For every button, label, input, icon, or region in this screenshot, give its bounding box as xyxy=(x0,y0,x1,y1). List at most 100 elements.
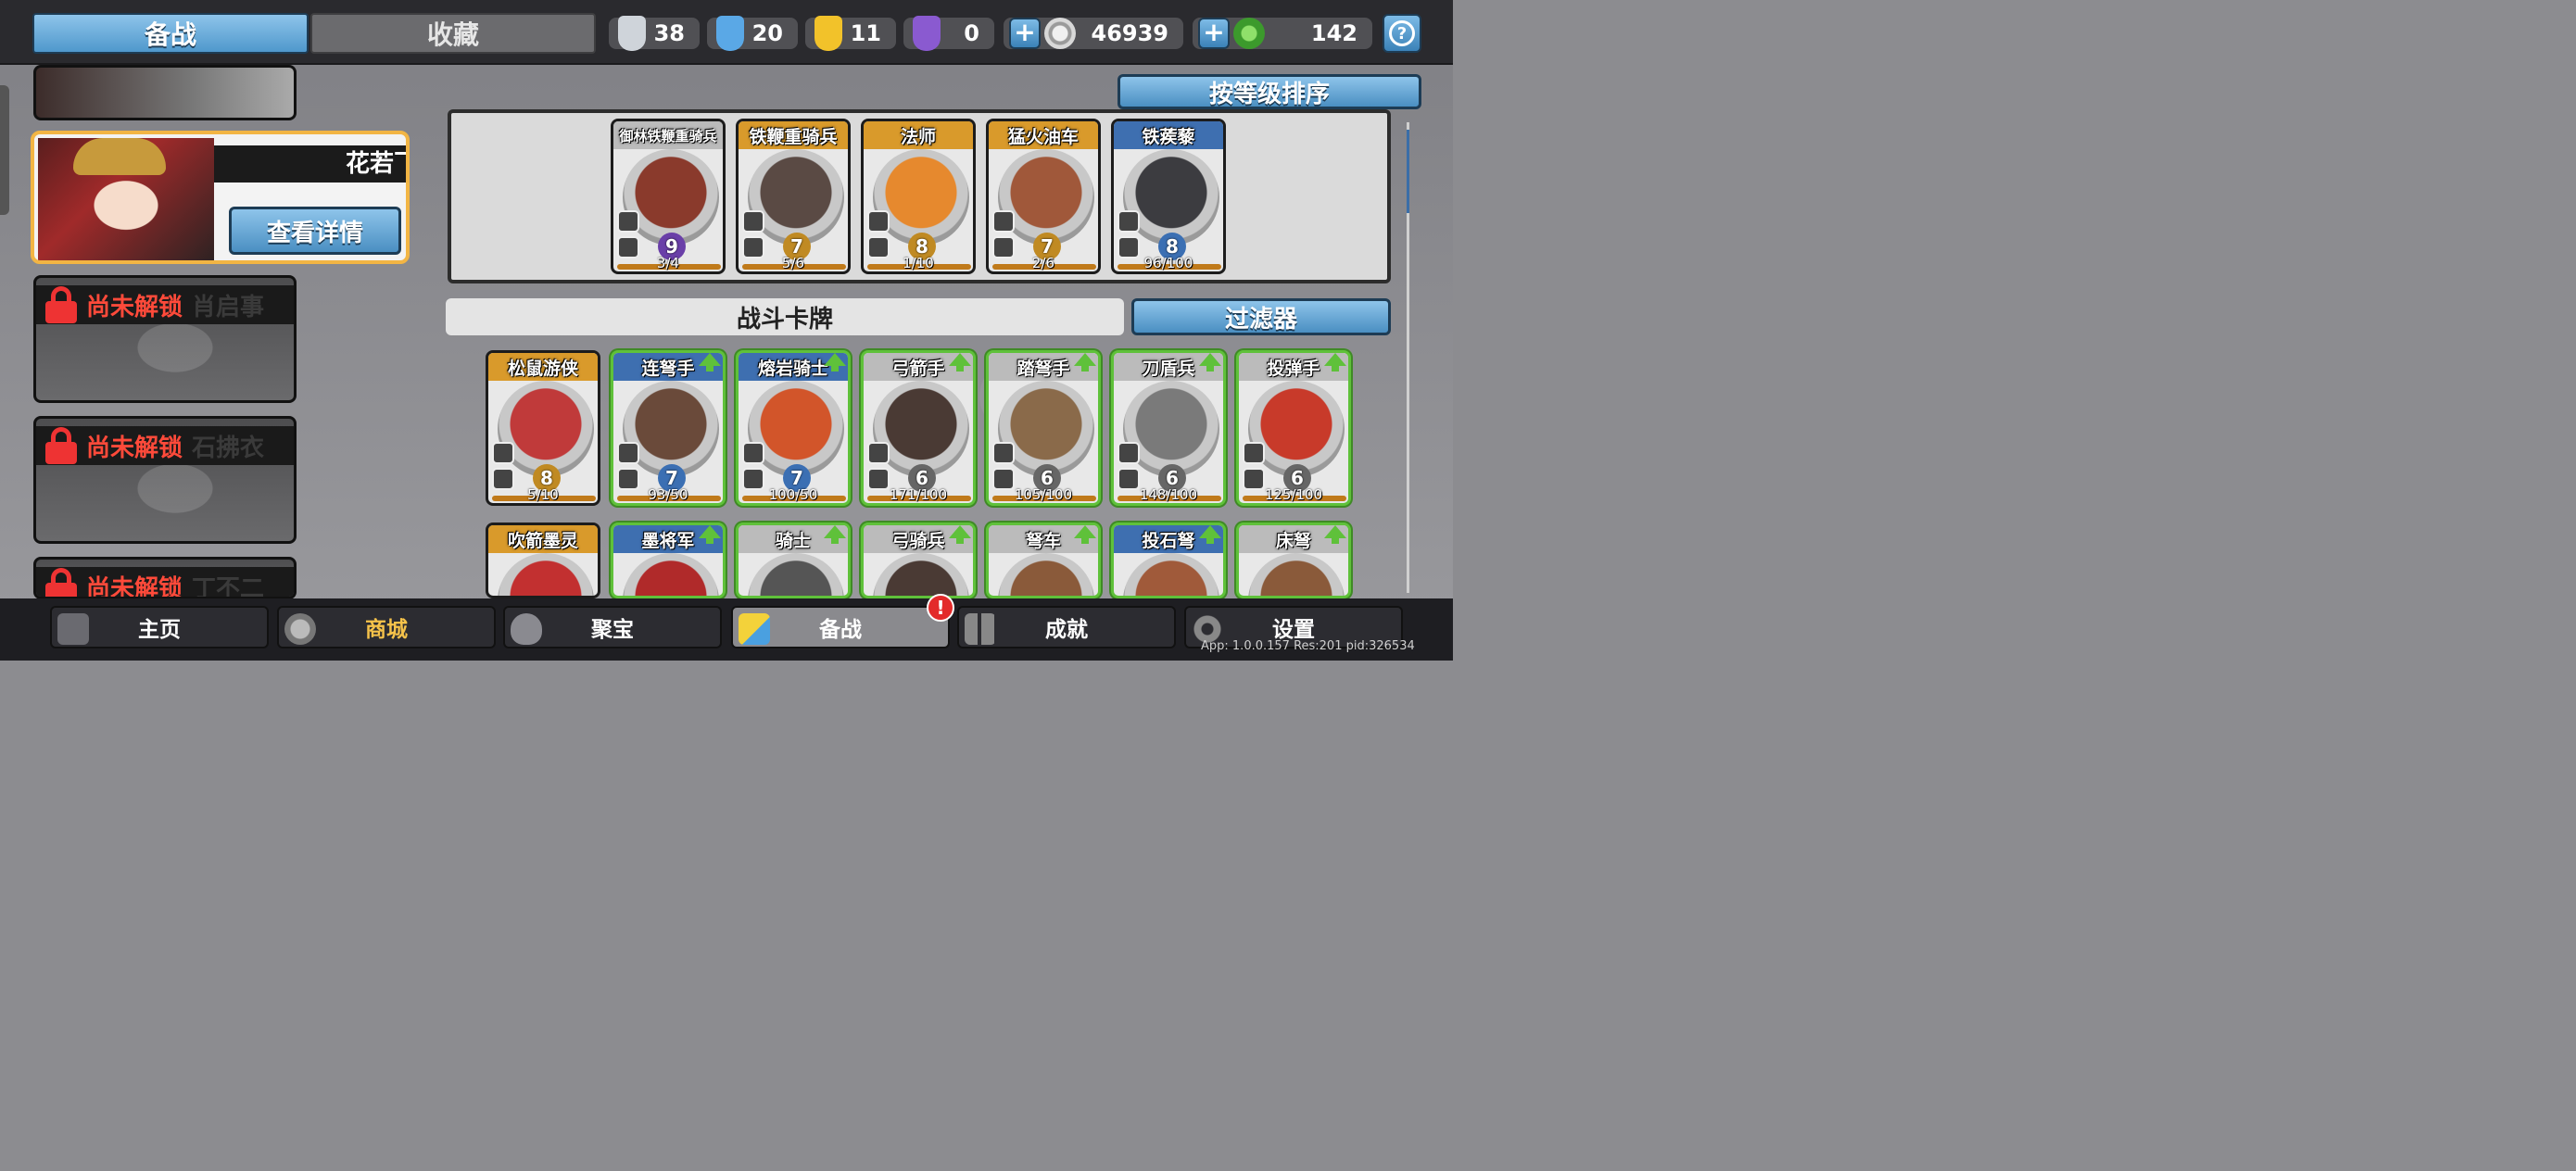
resource-gold-shield: 11 xyxy=(805,16,896,51)
nav-achievements[interactable]: 成就 xyxy=(957,606,1176,648)
unit-card[interactable]: 熔岩骑士 7 100/50 xyxy=(736,350,851,506)
skill-icon xyxy=(742,442,764,464)
skill-icon xyxy=(1118,210,1140,233)
treasure-bowl-icon xyxy=(511,613,542,645)
tab-collection[interactable]: 收藏 xyxy=(310,13,596,54)
card-count: 148/100 xyxy=(1139,486,1198,503)
side-scroll-handle[interactable] xyxy=(0,85,9,215)
upgrade-arrow-icon xyxy=(949,525,971,544)
view-details-button[interactable]: 查看详情 xyxy=(229,207,401,255)
unit-card[interactable]: 连弩手 7 93/50 xyxy=(611,350,726,506)
help-icon: ? xyxy=(1389,20,1415,46)
unit-card[interactable]: 弓箭手 6 171/100 xyxy=(861,350,976,506)
locked-label: 尚未解锁 xyxy=(86,293,183,321)
tab-prepare[interactable]: 备战 xyxy=(32,13,309,54)
silver-coin-icon xyxy=(1044,18,1076,49)
unit-portrait xyxy=(498,553,594,596)
coins-icon xyxy=(284,613,316,645)
card-count: 125/100 xyxy=(1264,486,1323,503)
skill-icon xyxy=(617,442,639,464)
sort-by-level-button[interactable]: 按等级排序 xyxy=(1118,74,1421,109)
unit-card[interactable]: 法师 8 1/10 xyxy=(861,119,976,274)
resource-silver-shield: 38 xyxy=(609,16,700,51)
lock-icon xyxy=(45,286,77,323)
add-gem-button[interactable]: + xyxy=(1198,18,1230,49)
card-name: 铁鞭重骑兵 xyxy=(739,121,848,149)
unit-card[interactable]: 吹箭墨灵 xyxy=(486,523,600,598)
unit-portrait xyxy=(998,553,1094,596)
nav-shop[interactable]: 商城 xyxy=(277,606,496,648)
green-gem-counter: + 142 xyxy=(1193,18,1372,49)
unit-card[interactable]: 铁鞭重骑兵 7 5/6 xyxy=(736,119,851,274)
lock-bar: 尚未解锁 丁不二 xyxy=(36,567,294,599)
nav-label: 成就 xyxy=(1045,618,1088,642)
skill-icon xyxy=(617,210,639,233)
upgrade-arrow-icon xyxy=(824,353,846,371)
skill-icon xyxy=(867,442,890,464)
card-name: 猛火油车 xyxy=(989,121,1098,149)
unit-card[interactable]: 猛火油车 7 2/6 xyxy=(986,119,1101,274)
help-button[interactable]: ? xyxy=(1383,14,1421,53)
unit-portrait xyxy=(873,553,969,596)
unit-card[interactable]: 投弹手 6 125/100 xyxy=(1236,350,1351,506)
hero-card-locked[interactable]: 尚未解锁 丁不二 xyxy=(33,557,297,599)
hero-card-locked[interactable]: 尚未解锁 肖启事 xyxy=(33,275,297,403)
card-count: 3/4 xyxy=(656,255,680,271)
unit-card[interactable]: 床弩 xyxy=(1236,523,1351,598)
unit-card[interactable]: 踏弩手 6 105/100 xyxy=(986,350,1101,506)
nav-label: 设置 xyxy=(1272,618,1315,642)
skill-icon xyxy=(992,210,1015,233)
add-silver-button[interactable]: + xyxy=(1009,18,1041,49)
nav-home[interactable]: 主页 xyxy=(50,606,269,648)
locked-label: 尚未解锁 xyxy=(86,574,183,599)
resource-purple-shield: 0 xyxy=(903,16,994,51)
unit-portrait xyxy=(1123,553,1219,596)
filter-button[interactable]: 过滤器 xyxy=(1131,298,1391,335)
unit-card[interactable]: 御林铁鞭重骑兵 9 3/4 xyxy=(611,119,726,274)
nav-prepare[interactable]: 备战 xyxy=(731,606,950,648)
scrollbar-thumb[interactable] xyxy=(1407,130,1409,213)
unit-card[interactable]: 弓骑兵 xyxy=(861,523,976,598)
top-bar: 备战 收藏 38 20 11 0 + 46939 + 142 ? xyxy=(0,0,1453,65)
skill-icon xyxy=(492,442,514,464)
unit-card[interactable]: 弩车 xyxy=(986,523,1101,598)
card-count: 1/10 xyxy=(903,255,934,271)
unit-card[interactable]: 刀盾兵 6 148/100 xyxy=(1111,350,1226,506)
nav-label: 备战 xyxy=(819,618,862,642)
green-gem-icon xyxy=(1233,18,1265,49)
hero-card-selected[interactable]: 花若飞 查看详情 xyxy=(31,131,410,264)
purple-shield-icon xyxy=(913,16,941,51)
skill-icon xyxy=(1118,442,1140,464)
card-count: 105/100 xyxy=(1014,486,1073,503)
unit-card[interactable]: 骑士 xyxy=(736,523,851,598)
nav-label: 主页 xyxy=(138,618,181,642)
nav-treasure[interactable]: 聚宝 xyxy=(503,606,722,648)
card-count: 93/50 xyxy=(648,486,688,503)
card-count: 2/6 xyxy=(1031,255,1055,271)
skill-icon xyxy=(992,442,1015,464)
unit-portrait xyxy=(1248,553,1345,596)
card-count: 100/50 xyxy=(768,486,818,503)
resource-blue-crystal: 20 xyxy=(707,16,798,51)
card-count: 5/10 xyxy=(527,486,559,503)
upgrade-arrow-icon xyxy=(1074,353,1096,371)
lock-icon xyxy=(45,427,77,464)
silver-coin-value: 46939 xyxy=(1091,20,1169,46)
unit-card[interactable]: 墨将军 xyxy=(611,523,726,598)
hero-card-partial[interactable] xyxy=(33,65,297,120)
card-name: 吹箭墨灵 xyxy=(488,525,598,553)
unit-card[interactable]: 投石弩 xyxy=(1111,523,1226,598)
upgrade-arrow-icon xyxy=(699,353,721,371)
hero-silhouette xyxy=(92,324,259,400)
upgrade-arrow-icon xyxy=(699,525,721,544)
hero-silhouette xyxy=(92,465,259,541)
unit-card[interactable]: 铁蒺藜 8 96/100 xyxy=(1111,119,1226,274)
locked-hero-name: 肖启事 xyxy=(192,293,265,321)
unit-card[interactable]: 松鼠游侠 8 5/10 xyxy=(486,350,600,506)
locked-hero-name: 石拂衣 xyxy=(192,434,265,462)
resource-value: 11 xyxy=(850,20,881,46)
hero-card-locked[interactable]: 尚未解锁 石拂衣 xyxy=(33,416,297,544)
resource-value: 20 xyxy=(751,20,783,46)
green-gem-value: 142 xyxy=(1310,20,1357,46)
skill-icon xyxy=(1243,442,1265,464)
